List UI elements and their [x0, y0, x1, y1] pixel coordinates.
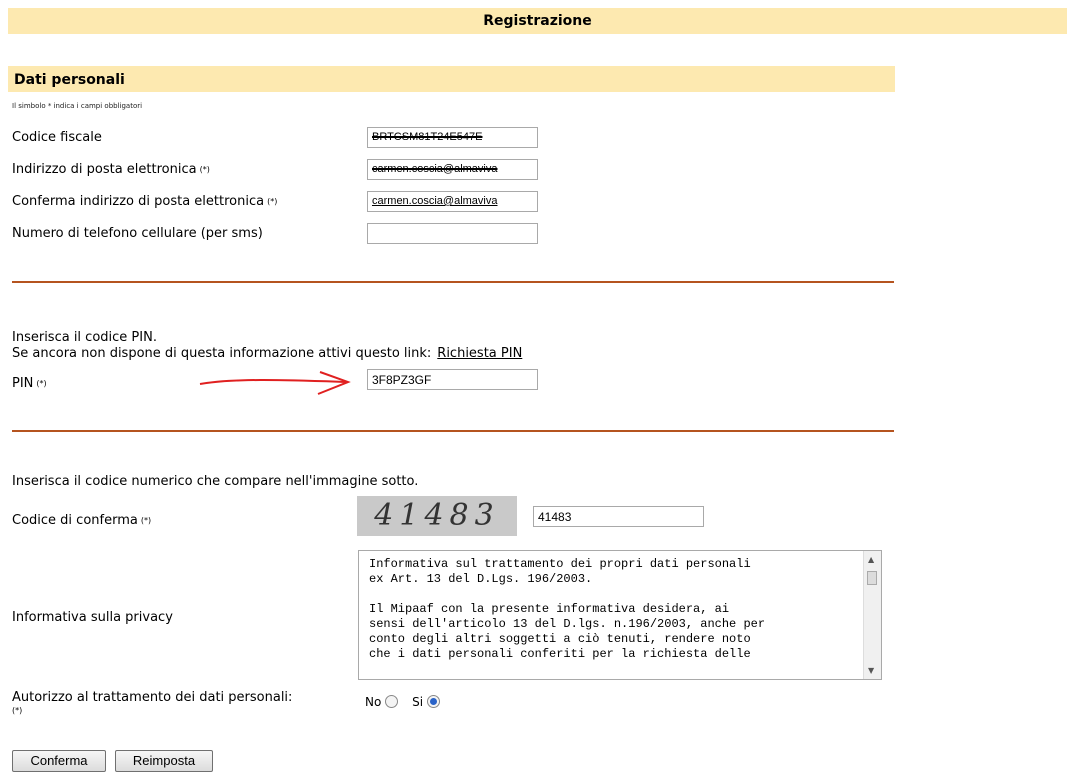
scroll-down-icon[interactable]: ▼: [868, 666, 874, 675]
email-label: Indirizzo di posta elettronica (*): [12, 162, 210, 177]
consent-si-label: Si: [412, 695, 424, 709]
required-mark: (*): [12, 706, 23, 715]
section-title-personal: Dati personali: [8, 66, 895, 92]
email-confirm-input[interactable]: carmen.coscia@almaviva: [367, 191, 538, 212]
scroll-thumb[interactable]: [867, 571, 877, 585]
required-mark: (*): [267, 197, 278, 206]
pin-instruction: Inserisca il codice PIN.: [12, 330, 157, 345]
required-mark: (*): [140, 516, 152, 525]
required-mark: (*): [199, 165, 210, 174]
codice-fiscale-input[interactable]: BRTCSM81T24E547E: [367, 127, 538, 148]
captcha-image: 41483: [357, 496, 517, 536]
required-note: Il simbolo * indica i campi obbligatori: [12, 102, 143, 110]
phone-label: Numero di telefono cellulare (per sms): [12, 226, 263, 241]
page-title: Registrazione: [8, 8, 1067, 34]
captcha-instruction: Inserisca il codice numerico che compare…: [12, 474, 419, 489]
scroll-up-icon[interactable]: ▲: [868, 555, 874, 564]
consent-no-radio[interactable]: [385, 695, 399, 708]
consent-radio-group: No Si: [365, 695, 444, 709]
pin-label-text: PIN: [12, 376, 34, 391]
email-label-text: Indirizzo di posta elettronica: [12, 162, 197, 177]
pin-link-row: Se ancora non dispone di questa informaz…: [12, 346, 522, 361]
privacy-text: Informativa sul trattamento dei propri d…: [369, 557, 766, 661]
privacy-label: Informativa sulla privacy: [12, 610, 173, 625]
consent-label: Autorizzo al trattamento dei dati person…: [12, 690, 293, 705]
codice-fiscale-label: Codice fiscale: [12, 130, 102, 145]
email-confirm-label: Conferma indirizzo di posta elettronica(…: [12, 194, 277, 209]
email-confirm-label-text: Conferma indirizzo di posta elettronica: [12, 194, 265, 209]
required-mark: (*): [36, 379, 47, 388]
separator: [12, 281, 894, 283]
richiesta-pin-link[interactable]: Richiesta PIN: [437, 346, 522, 361]
pin-label: PIN (*): [12, 376, 47, 391]
consent-no-label: No: [365, 695, 382, 709]
captcha-input[interactable]: 41483: [533, 506, 704, 527]
email-input[interactable]: carmen.coscia@almaviva: [367, 159, 538, 180]
phone-input[interactable]: [367, 223, 538, 244]
captcha-label-text: Codice di conferma: [12, 513, 138, 528]
pin-input[interactable]: 3F8PZ3GF: [367, 369, 538, 390]
privacy-scrollbar[interactable]: ▲ ▼: [863, 551, 881, 679]
consent-si-radio[interactable]: [427, 695, 441, 708]
annotation-arrow: [199, 371, 351, 395]
separator: [12, 430, 894, 432]
codice-fiscale-label-text: Codice fiscale: [12, 130, 102, 145]
privacy-textarea[interactable]: Informativa sul trattamento dei propri d…: [358, 550, 882, 680]
captcha-label: Codice di conferma (*): [12, 513, 151, 528]
pin-link-prompt: Se ancora non dispone di questa informaz…: [12, 346, 432, 361]
